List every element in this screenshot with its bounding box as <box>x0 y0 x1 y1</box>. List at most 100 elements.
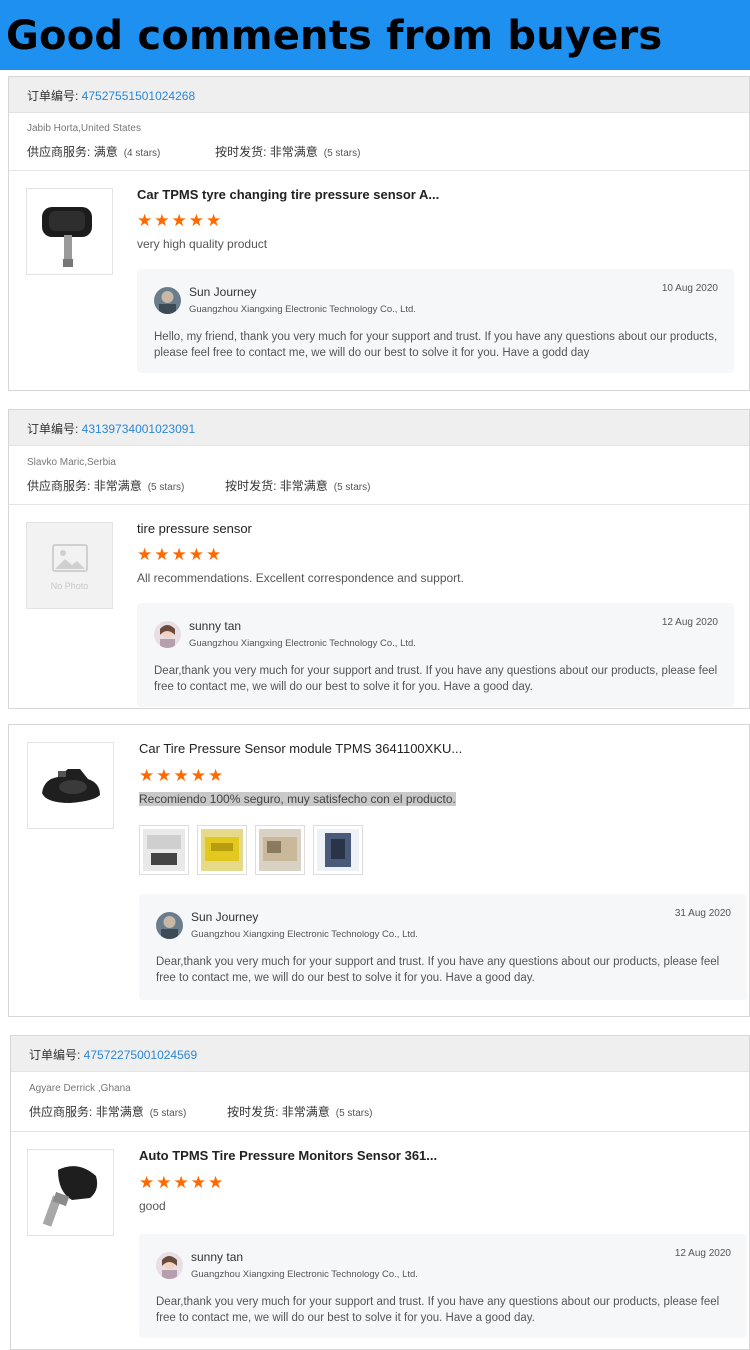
seller-reply: sunny tan Guangzhou Xiangxing Electronic… <box>137 603 734 707</box>
shipping-stars: (5 stars) <box>335 1108 373 1119</box>
reply-message: Dear,thank you very much for your suppor… <box>156 956 720 984</box>
rating-stars: ★ ★ ★ ★ ★ <box>139 766 224 785</box>
reply-date: 31 Aug 2020 <box>674 908 731 919</box>
star-icon: ★ <box>173 766 189 785</box>
tpms-sensor-image <box>42 207 92 267</box>
supplier-service-stars: (5 stars) <box>147 482 185 493</box>
review-card: 订单编号: 47572275001024569 Agyare Derrick ,… <box>10 1035 750 1350</box>
shipping-label: 按时发货: <box>225 479 277 493</box>
product-thumbnail[interactable] <box>27 1149 114 1236</box>
shipping-stars: (5 stars) <box>333 482 371 493</box>
supplier-service-value: 非常满意 <box>95 1105 144 1119</box>
star-icon: ★ <box>208 1173 224 1192</box>
tpms-sensor-image <box>42 1166 98 1227</box>
star-icon: ★ <box>139 1173 155 1192</box>
star-icon: ★ <box>154 545 170 564</box>
star-icon: ★ <box>171 211 187 230</box>
star-icon: ★ <box>206 211 222 230</box>
star-icon: ★ <box>190 766 206 785</box>
buyer-comment: good <box>139 1199 166 1213</box>
supplier-service-label: 供应商服务: <box>27 145 91 159</box>
review-card: Car Tire Pressure Sensor module TPMS 364… <box>8 724 750 1017</box>
rating-stars: ★ ★ ★ ★ ★ <box>137 545 222 564</box>
buyer-comment: Recomiendo 100% seguro, muy satisfecho c… <box>139 792 456 806</box>
order-bar: 订单编号: 43139734001023091 <box>9 410 749 446</box>
star-icon: ★ <box>173 1173 189 1192</box>
reply-message: Dear,thank you very much for your suppor… <box>154 665 718 693</box>
reply-date: 12 Aug 2020 <box>661 617 718 628</box>
buyer-photo[interactable] <box>313 825 363 875</box>
supplier-service-label: 供应商服务: <box>27 479 91 493</box>
star-icon: ★ <box>137 211 153 230</box>
buyer-photos <box>139 825 363 875</box>
buyer-comment: very high quality product <box>137 237 268 251</box>
star-icon: ★ <box>156 766 172 785</box>
seller-company: Guangzhou Xiangxing Electronic Technolog… <box>189 304 416 315</box>
star-icon: ★ <box>188 211 204 230</box>
star-icon: ★ <box>190 1173 206 1192</box>
order-bar: 订单编号: 47527551501024268 <box>9 77 749 113</box>
rating-stars: ★ ★ ★ ★ ★ <box>139 1173 224 1192</box>
order-number-link[interactable]: 47527551501024268 <box>82 89 195 103</box>
product-thumbnail[interactable] <box>27 742 114 829</box>
order-bar: 订单编号: 47572275001024569 <box>11 1036 749 1072</box>
seller-avatar <box>156 1252 183 1279</box>
star-icon: ★ <box>188 545 204 564</box>
supplier-service-stars: (5 stars) <box>149 1108 187 1119</box>
product-title-link[interactable]: Auto TPMS Tire Pressure Monitors Sensor … <box>139 1148 437 1163</box>
product-title-link[interactable]: Car Tire Pressure Sensor module TPMS 364… <box>139 741 462 756</box>
rating-stars: ★ ★ ★ ★ ★ <box>137 211 222 230</box>
shipping-label: 按时发货: <box>227 1105 279 1119</box>
seller-ratings: 供应商服务: 非常满意 (5 stars) 按时发货: 非常满意 (5 stars) <box>29 1103 372 1120</box>
order-label: 订单编号: <box>27 422 82 436</box>
buyer-comment: All recommendations. Excellent correspon… <box>137 571 464 585</box>
seller-company: Guangzhou Xiangxing Electronic Technolog… <box>189 638 416 649</box>
seller-avatar <box>154 287 181 314</box>
star-icon: ★ <box>137 545 153 564</box>
buyer-photo[interactable] <box>197 825 247 875</box>
product-title-link[interactable]: tire pressure sensor <box>137 521 252 536</box>
review-card: 订单编号: 43139734001023091 Slavko Maric,Ser… <box>8 409 750 709</box>
supplier-service-label: 供应商服务: <box>29 1105 93 1119</box>
banner-title: Good comments from buyers <box>6 13 663 59</box>
order-label: 订单编号: <box>27 89 82 103</box>
seller-company: Guangzhou Xiangxing Electronic Technolog… <box>191 1269 418 1280</box>
no-photo-label: No Photo <box>50 581 89 591</box>
star-icon: ★ <box>206 545 222 564</box>
seller-name: sunny tan <box>191 1250 244 1264</box>
reply-date: 12 Aug 2020 <box>674 1248 731 1259</box>
seller-name: Sun Journey <box>191 910 259 924</box>
buyer-photo[interactable] <box>255 825 305 875</box>
star-icon: ★ <box>208 766 224 785</box>
shipping-value: 非常满意 <box>269 145 318 159</box>
seller-avatar <box>154 621 181 648</box>
seller-reply: Sun Journey Guangzhou Xiangxing Electron… <box>139 894 747 1000</box>
shipping-value: 非常满意 <box>279 479 328 493</box>
product-title-link[interactable]: Car TPMS tyre changing tire pressure sen… <box>137 187 439 202</box>
tpms-module-image <box>42 769 100 803</box>
shipping-stars: (5 stars) <box>323 148 361 159</box>
shipping-label: 按时发货: <box>215 145 267 159</box>
seller-name: sunny tan <box>189 619 242 633</box>
buyer-name: Slavko Maric,Serbia <box>27 457 116 468</box>
order-number-link[interactable]: 47572275001024569 <box>84 1048 197 1062</box>
supplier-service-value: 非常满意 <box>93 479 142 493</box>
product-thumbnail[interactable] <box>26 188 113 275</box>
supplier-service-value: 满意 <box>93 145 118 159</box>
product-thumbnail-placeholder[interactable]: No Photo <box>26 522 113 609</box>
reply-message: Hello, my friend, thank you very much fo… <box>154 331 718 359</box>
buyer-name: Jabib Horta,United States <box>27 123 141 134</box>
star-icon: ★ <box>154 211 170 230</box>
order-label: 订单编号: <box>29 1048 84 1062</box>
banner: Good comments from buyers <box>0 0 750 70</box>
order-number-link[interactable]: 43139734001023091 <box>82 422 195 436</box>
shipping-value: 非常满意 <box>281 1105 330 1119</box>
review-card: 订单编号: 47527551501024268 Jabib Horta,Unit… <box>8 76 750 391</box>
seller-reply: sunny tan Guangzhou Xiangxing Electronic… <box>139 1234 747 1338</box>
seller-reply: Sun Journey Guangzhou Xiangxing Electron… <box>137 269 734 373</box>
seller-avatar <box>156 912 183 939</box>
seller-company: Guangzhou Xiangxing Electronic Technolog… <box>191 929 418 940</box>
star-icon: ★ <box>139 766 155 785</box>
star-icon: ★ <box>171 545 187 564</box>
buyer-photo[interactable] <box>139 825 189 875</box>
